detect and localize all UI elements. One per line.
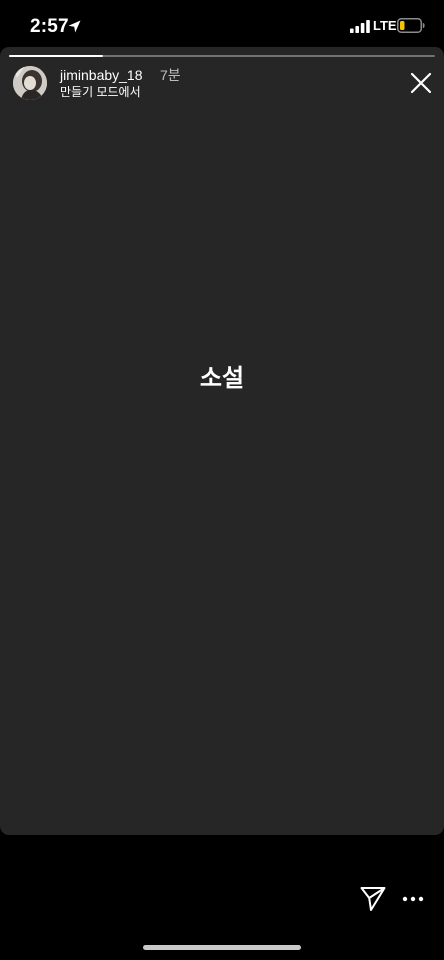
status-time: 2:57 — [30, 16, 69, 37]
home-indicator[interactable] — [143, 945, 301, 950]
paper-plane-icon[interactable] — [360, 886, 386, 912]
signal-bars-icon — [350, 20, 370, 33]
story-time-ago: 7분 — [160, 67, 181, 83]
close-icon[interactable] — [409, 71, 433, 95]
profile-avatar[interactable] — [13, 66, 47, 100]
story-progress-fill — [9, 55, 103, 57]
story-text: 소설 — [199, 365, 245, 392]
story-card[interactable]: jiminbaby_18 7분 만들기 모드에서 소설 — [0, 47, 444, 835]
story-progress-bar — [9, 55, 435, 57]
story-subtitle: 만들기 모드에서 — [60, 85, 141, 99]
location-arrow-icon — [68, 20, 81, 33]
story-viewer-screen: 2:57 LTE jiminbaby_18 7분 만들기 모드에서 소설 — [0, 0, 444, 960]
avatar-image — [13, 66, 47, 100]
more-dots-icon[interactable] — [401, 889, 425, 909]
battery-low-icon — [397, 18, 425, 33]
network-type: LTE — [373, 18, 397, 33]
status-bar: 2:57 LTE — [0, 0, 444, 48]
story-username[interactable]: jiminbaby_18 — [60, 67, 143, 84]
